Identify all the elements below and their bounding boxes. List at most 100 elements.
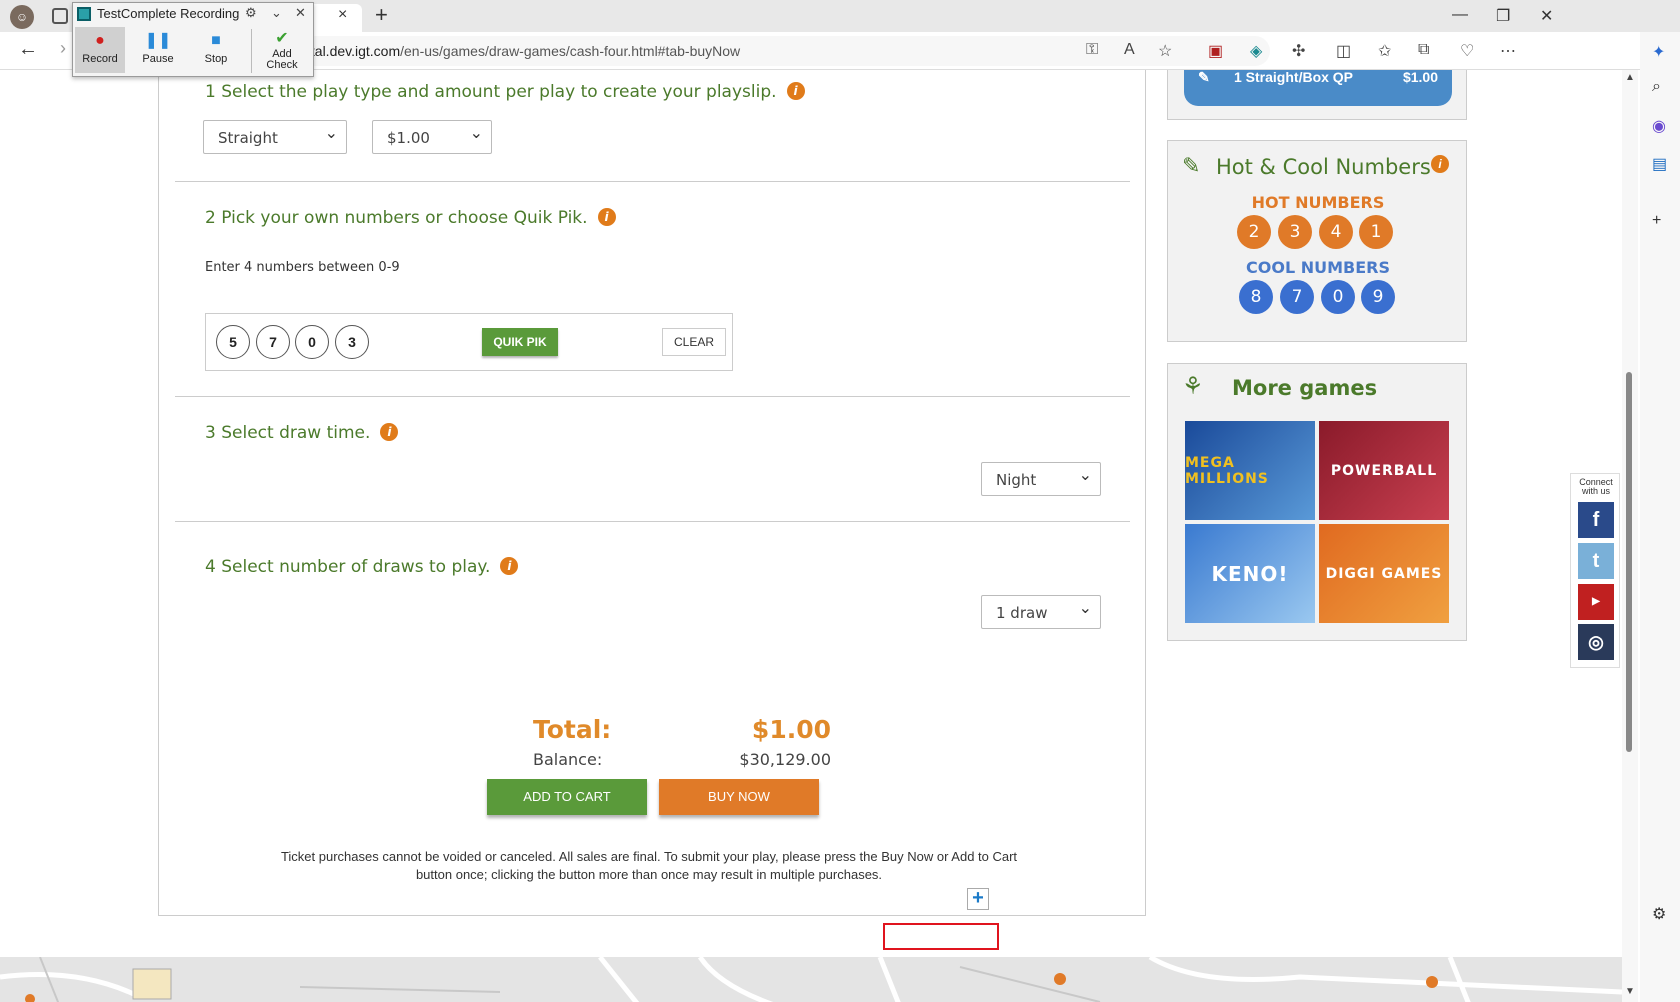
check-icon: ✔ [275, 30, 289, 47]
number-range-note: Enter 4 numbers between 0-9 [205, 260, 400, 275]
instagram-icon[interactable]: ◎ [1578, 624, 1614, 660]
testcomplete-logo-icon [77, 7, 91, 21]
purchase-disclaimer: Ticket purchases cannot be voided or can… [280, 849, 1018, 882]
clear-button[interactable]: CLEAR [662, 328, 726, 356]
cool-number: 7 [1280, 280, 1314, 314]
close-icon[interactable]: ✕ [295, 5, 306, 21]
play-type-select[interactable]: Straight [203, 120, 347, 154]
m365-icon[interactable]: ◉ [1652, 116, 1666, 136]
maximize-icon[interactable]: ❐ [1496, 6, 1510, 26]
copilot-icon[interactable]: ✦ [1652, 42, 1665, 62]
more-menu-icon[interactable]: ⋯ [1500, 41, 1516, 61]
info-icon[interactable]: i [500, 557, 519, 575]
twitter-icon[interactable]: t [1578, 543, 1614, 579]
buy-now-button[interactable]: BUY NOW [659, 779, 819, 815]
buy-now-panel: 1 Select the play type and amount per pl… [158, 70, 1146, 916]
page-content: 1 Select the play type and amount per pl… [0, 70, 1622, 1002]
split-screen-icon[interactable]: ◫ [1336, 41, 1351, 61]
chevron-down-icon[interactable]: ⌄ [271, 5, 282, 21]
amount-select[interactable]: $1.00 [372, 120, 492, 154]
tab-close-icon[interactable]: × [338, 6, 347, 24]
facebook-icon[interactable]: f [1578, 502, 1614, 538]
powerball-tile[interactable]: POWERBALL [1319, 421, 1449, 520]
number-ball-3[interactable]: 0 [295, 325, 329, 359]
extension-icon[interactable]: ▣ [1208, 41, 1223, 61]
profile-avatar[interactable]: ☺ [10, 5, 34, 29]
step-3-heading: 3 Select draw time. i [205, 423, 399, 443]
keno-tile[interactable]: KENO! [1185, 524, 1315, 623]
collections-icon[interactable]: ⧉ [1418, 41, 1429, 59]
add-check-button[interactable]: ✔ Add Check [257, 27, 307, 73]
page-scrollbar[interactable]: ▲ ▼ [1622, 70, 1638, 1002]
forward-icon[interactable]: › [60, 38, 66, 59]
settings-gear-icon[interactable]: ⚙ [245, 5, 257, 21]
scroll-down-icon[interactable]: ▼ [1625, 986, 1635, 997]
playslip-amount: $1.00 [1402, 70, 1438, 85]
playslip-summary-button[interactable]: ✎ 1 Straight/Box QP $1.00 [1184, 70, 1452, 106]
favorites-icon[interactable]: ✩ [1378, 41, 1391, 61]
diggi-games-tile[interactable]: DIGGI GAMES [1319, 524, 1449, 623]
scroll-up-icon[interactable]: ▲ [1625, 72, 1635, 83]
ticket-icon: ✎ [1182, 153, 1201, 178]
info-icon[interactable]: i [380, 423, 399, 441]
ticket-icon: ✎ [1198, 70, 1210, 85]
testcomplete-toolbar: TestComplete Recording ⚙ ⌄ ✕ ● Record ❚❚ P… [72, 2, 314, 77]
cool-number: 0 [1321, 280, 1355, 314]
number-ball-1[interactable]: 5 [216, 325, 250, 359]
balance-label: Balance: [533, 750, 603, 769]
hot-number: 3 [1278, 215, 1312, 249]
key-icon[interactable]: ⚿ [1086, 41, 1098, 59]
info-icon[interactable]: i [597, 208, 616, 226]
hot-number: 2 [1237, 215, 1271, 249]
workspaces-icon[interactable] [52, 8, 68, 24]
hot-number: 1 [1359, 215, 1393, 249]
info-icon[interactable]: i [1431, 155, 1449, 173]
extensions-icon[interactable]: ✣ [1292, 41, 1305, 61]
quik-pik-button[interactable]: QUIK PIK [482, 328, 558, 356]
url-text[interactable]: gital.dev.igt.com/en-us/games/draw-games… [300, 43, 740, 59]
minimize-icon[interactable]: — [1452, 6, 1468, 24]
stop-button[interactable]: ■ Stop [191, 27, 241, 73]
testcomplete-extension-icon[interactable]: ◈ [1250, 41, 1262, 61]
stop-icon: ■ [211, 32, 221, 49]
number-picker: 5 7 0 3 QUIK PIK CLEAR [205, 313, 733, 371]
draws-select[interactable]: 1 draw [981, 595, 1101, 629]
mega-millions-tile[interactable]: MEGA MILLIONS [1185, 421, 1315, 520]
lottery-logo-icon [132, 968, 172, 1000]
step-4-heading: 4 Select number of draws to play. i [205, 557, 519, 577]
settings-gear-icon[interactable]: ⚙ [1652, 904, 1666, 924]
scroll-thumb[interactable] [1626, 372, 1632, 752]
cool-number: 9 [1361, 280, 1395, 314]
add-to-cart-button[interactable]: ADD TO CART [487, 779, 647, 815]
playslip-label: 1 Straight/Box QP [1234, 70, 1354, 85]
back-icon[interactable]: ← [18, 38, 38, 61]
number-ball-4[interactable]: 3 [335, 325, 369, 359]
pause-button[interactable]: ❚❚ Pause [133, 27, 183, 73]
browser-essentials-icon[interactable]: ♡ [1460, 41, 1474, 61]
youtube-icon[interactable]: ▶ [1578, 584, 1614, 620]
number-ball-2[interactable]: 7 [256, 325, 290, 359]
outlook-icon[interactable]: ▤ [1652, 154, 1667, 174]
favorite-star-icon[interactable]: ☆ [1158, 41, 1172, 61]
search-icon[interactable]: ⌕ [1652, 78, 1661, 96]
step-2-heading: 2 Pick your own numbers or choose Quik P… [205, 208, 616, 228]
hot-number: 4 [1319, 215, 1353, 249]
new-tab-button[interactable]: + [375, 2, 388, 28]
map-footer [0, 957, 1622, 1002]
read-aloud-icon[interactable]: A [1124, 41, 1135, 59]
map-pin-icon [1054, 973, 1066, 985]
info-icon[interactable]: i [786, 82, 805, 100]
close-window-icon[interactable]: ✕ [1540, 6, 1553, 26]
hot-cool-title: Hot & Cool Numbers [1216, 155, 1431, 179]
connect-with-us: Connect with us f t ▶ ◎ [1570, 473, 1620, 668]
record-icon: ● [95, 32, 105, 49]
expand-plus-icon[interactable]: + [967, 888, 989, 910]
games-icon: ⚘ [1182, 373, 1204, 400]
record-button[interactable]: ● Record [75, 27, 125, 73]
divider [175, 396, 1130, 397]
add-sidebar-icon[interactable]: + [1652, 212, 1661, 230]
testcomplete-title: TestComplete Recording [97, 6, 240, 21]
draw-time-select[interactable]: Night [981, 462, 1101, 496]
hot-numbers-label: HOT NUMBERS [1251, 193, 1385, 212]
divider [175, 181, 1130, 182]
